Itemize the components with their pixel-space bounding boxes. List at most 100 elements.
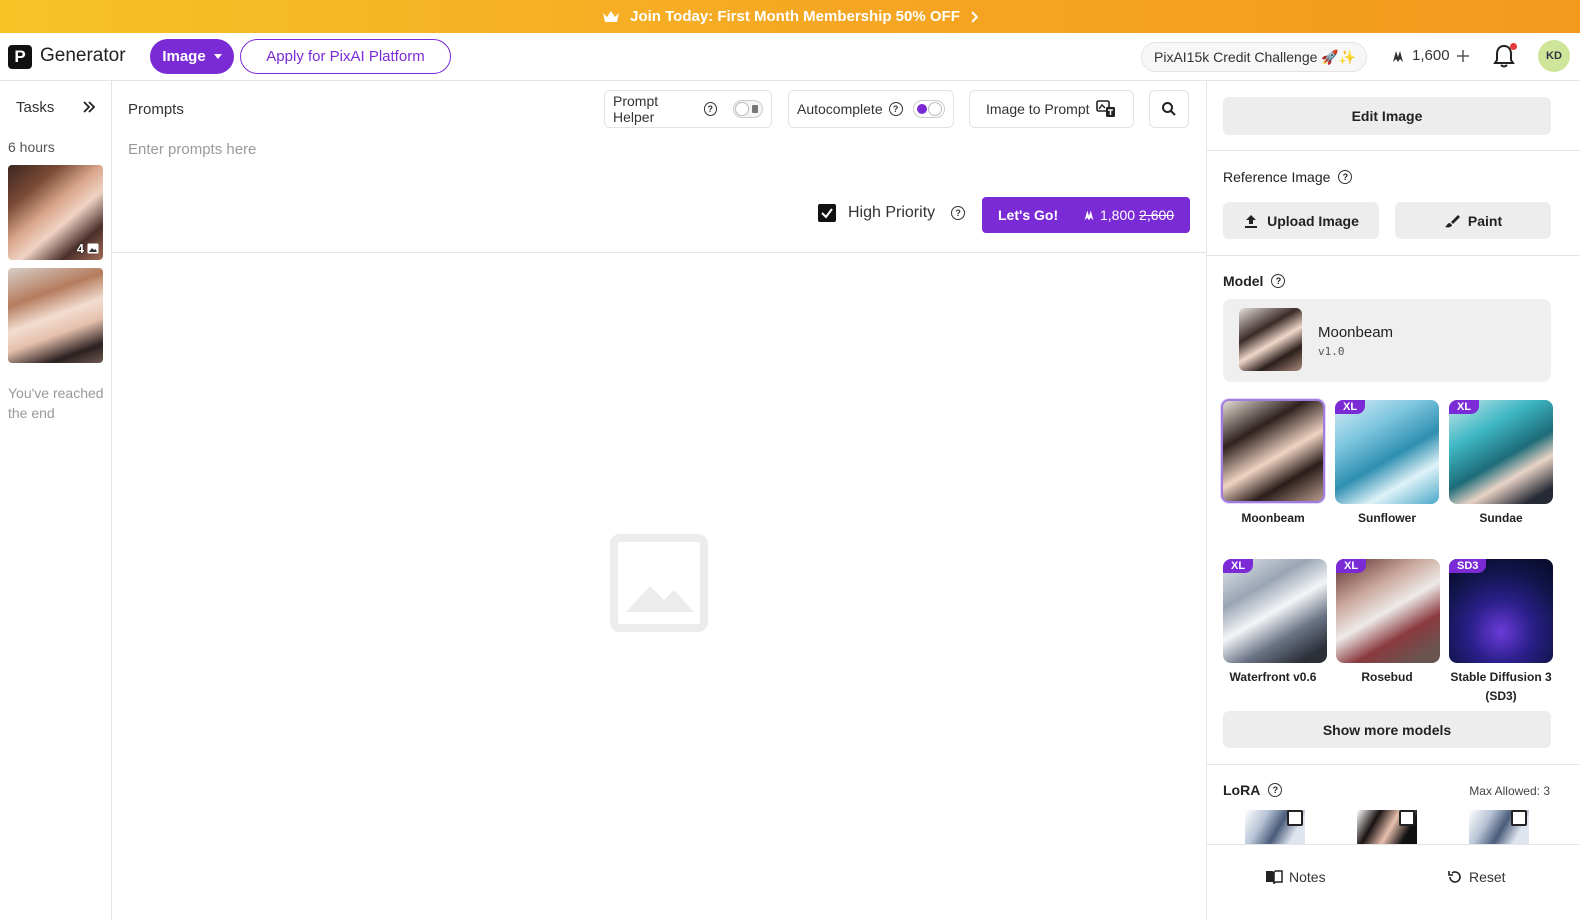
lora-checkbox[interactable] — [1511, 810, 1527, 826]
model-option-sundae[interactable]: XL — [1449, 400, 1553, 504]
model-option-label: Sundae — [1479, 511, 1523, 525]
upload-image-button[interactable]: Upload Image — [1223, 202, 1379, 239]
book-icon — [1266, 870, 1283, 885]
tasks-sidebar: Tasks 6 hours 4 You've reached the end — [0, 81, 112, 920]
help-icon[interactable]: ? — [703, 102, 717, 116]
selected-model-name: Moonbeam — [1318, 324, 1394, 341]
promo-text: Join Today: First Month Membership 50% O… — [630, 8, 960, 25]
brush-icon — [1444, 214, 1460, 227]
reference-image-title: Reference Image ? — [1223, 169, 1353, 185]
prompts-label: Prompts — [128, 101, 184, 118]
generate-original-cost: 2,600 — [1139, 207, 1175, 223]
prompt-divider — [112, 252, 1206, 253]
apply-platform-button[interactable]: Apply for PixAI Platform — [240, 39, 451, 74]
upload-icon — [1245, 214, 1258, 228]
autocomplete-switch[interactable] — [912, 100, 945, 118]
model-option-moonbeam[interactable] — [1221, 399, 1325, 503]
top-header: P Generator Image Apply for PixAI Platfo… — [0, 33, 1580, 81]
generate-label: Let's Go! — [998, 207, 1059, 223]
tasks-title: Tasks — [16, 99, 55, 116]
model-option-sunflower[interactable]: XL — [1335, 400, 1439, 504]
model-badge: XL — [1335, 400, 1366, 414]
prompt-helper-switch[interactable] — [732, 100, 763, 118]
credits-icon — [1393, 50, 1403, 62]
crown-icon — [602, 10, 620, 24]
lora-max-allowed: Max Allowed: 3 — [1469, 784, 1550, 798]
prompt-input[interactable] — [128, 137, 588, 161]
help-icon[interactable]: ? — [951, 206, 966, 220]
autocomplete-toggle[interactable]: Autocomplete ? — [788, 90, 954, 128]
autocomplete-label: Autocomplete — [797, 101, 883, 117]
reference-image-label: Reference Image — [1223, 169, 1331, 185]
model-option-label: Sunflower — [1357, 511, 1416, 525]
end-of-list-text: You've reached the end — [8, 385, 104, 421]
model-option-label: Stable Diffusion 3 (SD3) — [1450, 670, 1552, 703]
image-count: 4 — [76, 241, 84, 256]
credits-value: 1,600 — [1412, 47, 1450, 64]
model-option-label: Waterfront v0.6 — [1229, 670, 1317, 684]
image-to-prompt-button[interactable]: Image to Prompt — [969, 90, 1134, 128]
model-badge: SD3 — [1449, 559, 1487, 573]
main-generator-area: Prompts Prompt Helper ? Autocomplete ? I… — [112, 81, 1206, 920]
task-thumbnail[interactable] — [8, 268, 103, 363]
help-icon[interactable]: ? — [1271, 274, 1286, 288]
credits-display[interactable]: 1,600 — [1390, 47, 1470, 64]
help-icon[interactable]: ? — [1338, 170, 1353, 184]
credits-icon — [1084, 210, 1094, 221]
user-avatar[interactable]: KD — [1538, 40, 1570, 72]
settings-panel: Edit Image Reference Image ? Upload Imag… — [1206, 81, 1580, 920]
edit-image-button[interactable]: Edit Image — [1223, 97, 1551, 135]
show-more-models-button[interactable]: Show more models — [1223, 711, 1551, 748]
reset-icon — [1448, 871, 1461, 883]
model-title: Model ? — [1223, 273, 1286, 289]
search-icon — [1162, 102, 1176, 116]
help-icon[interactable]: ? — [1268, 783, 1283, 797]
paint-button[interactable]: Paint — [1395, 202, 1551, 239]
mode-dropdown-button[interactable]: Image — [150, 39, 234, 74]
model-option-label: Moonbeam — [1241, 511, 1305, 525]
mode-label: Image — [162, 48, 206, 65]
section-divider — [1207, 255, 1580, 256]
lora-checkbox[interactable] — [1399, 810, 1415, 826]
caret-down-icon — [213, 54, 222, 59]
selected-model-card[interactable]: Moonbeam v1.0 — [1223, 299, 1551, 382]
app-logo[interactable]: P — [8, 45, 32, 69]
image-count-badge: 4 — [77, 241, 99, 256]
notifications-bell-icon[interactable] — [1492, 43, 1518, 71]
notes-button[interactable]: Notes — [1265, 869, 1326, 885]
generate-cost-value: 1,800 — [1100, 207, 1136, 223]
lora-option[interactable] — [1469, 810, 1529, 844]
credit-challenge-button[interactable]: PixAI15k Credit Challenge 🚀✨ — [1141, 42, 1367, 72]
image-stack-icon — [87, 243, 99, 254]
generate-cost: 1,800 2,600 — [1082, 207, 1174, 223]
panel-footer: Notes Reset — [1207, 844, 1580, 920]
high-priority-checkbox[interactable] — [818, 204, 836, 222]
section-divider — [1207, 150, 1580, 151]
empty-image-placeholder-icon — [610, 534, 708, 632]
search-button[interactable] — [1149, 90, 1189, 128]
brand-title: Generator — [40, 45, 126, 66]
task-thumbnail[interactable]: 4 — [8, 165, 103, 260]
selected-model-version: v1.0 — [1318, 345, 1345, 358]
model-option-waterfront[interactable]: XL — [1223, 559, 1327, 663]
lora-option[interactable] — [1357, 810, 1417, 844]
high-priority-option[interactable]: High Priority ? — [818, 204, 966, 222]
lora-checkbox[interactable] — [1287, 810, 1303, 826]
notes-label: Notes — [1289, 869, 1326, 885]
model-label: Model — [1223, 273, 1264, 289]
section-divider — [1207, 764, 1580, 765]
help-icon[interactable]: ? — [888, 102, 903, 116]
chevron-right-icon — [970, 10, 978, 23]
model-option-sd3[interactable]: SD3 — [1449, 559, 1553, 663]
prompt-helper-toggle[interactable]: Prompt Helper ? — [604, 90, 772, 128]
notification-dot — [1510, 43, 1517, 50]
lora-option[interactable] — [1245, 810, 1305, 844]
add-credits-icon[interactable] — [1456, 49, 1470, 63]
promo-banner[interactable]: Join Today: First Month Membership 50% O… — [0, 0, 1580, 33]
reset-button[interactable]: Reset — [1447, 869, 1506, 885]
model-option-rosebud[interactable]: XL — [1336, 559, 1440, 663]
generate-button[interactable]: Let's Go! 1,800 2,600 — [982, 197, 1190, 233]
image-to-prompt-label: Image to Prompt — [986, 101, 1090, 117]
expand-chevrons-icon[interactable] — [80, 98, 98, 116]
model-badge: XL — [1336, 559, 1367, 573]
